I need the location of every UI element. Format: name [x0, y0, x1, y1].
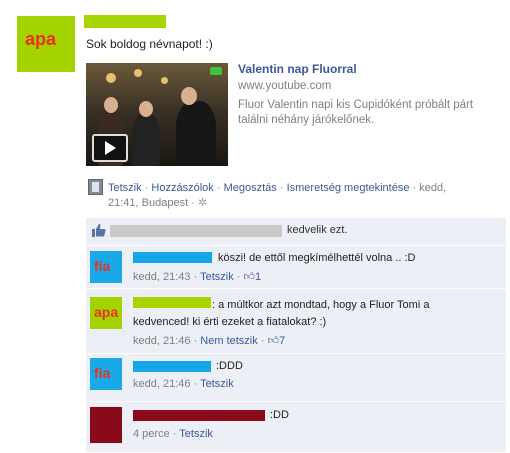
like-count: 7 — [279, 335, 286, 347]
separator: · — [193, 378, 198, 390]
attachment-title[interactable]: Valentin nap Fluorral — [238, 62, 357, 76]
thumbs-up-icon: 👍︎ — [267, 335, 280, 347]
comment-meta: kedd, 21:46 · Tetszik — [133, 378, 234, 390]
comment-like-link[interactable]: Tetszik — [200, 271, 234, 283]
comment-time: kedd, 21:43 — [133, 271, 191, 283]
thumbnail-light — [134, 69, 142, 77]
thumbnail-person — [176, 101, 216, 166]
thumbs-up-icon — [92, 224, 106, 237]
attachment-domain: www.youtube.com — [238, 80, 332, 92]
thumbnail-face — [139, 101, 153, 117]
separator: · — [193, 335, 198, 347]
comment-item: fia :DDD kedd, 21:46 · Tetszik — [86, 353, 506, 401]
comment-unlike-link[interactable]: Nem tetszik — [200, 335, 257, 347]
video-thumbnail[interactable] — [86, 63, 228, 166]
comment-text-line2: kedvenced! ki érti ezeket a fiatalokat? … — [133, 316, 327, 328]
comment-like-link[interactable]: Tetszik — [200, 378, 234, 390]
share-link[interactable]: Megosztás — [224, 182, 277, 194]
avatar-label: apa — [94, 304, 119, 320]
separator: · — [144, 182, 149, 194]
author-avatar[interactable]: apa — [17, 16, 75, 72]
comment-like-count[interactable]: 👍︎7 — [268, 335, 286, 347]
comment-text: :DDD — [216, 360, 243, 372]
avatar-label: fia — [94, 258, 111, 274]
comment-like-link[interactable]: Tetszik — [179, 428, 213, 440]
comment-time: kedd, 21:46 — [133, 378, 191, 390]
separator: · — [260, 335, 265, 347]
post-message: Sok boldog névnapot! :) — [86, 37, 213, 51]
likes-bar: kedvelik ezt. — [86, 218, 506, 244]
comments-panel: kedvelik ezt. fia köszi! de ettől megkím… — [86, 218, 506, 452]
comment-meta: kedd, 21:46 · Nem tetszik · 👍︎7 — [133, 334, 285, 347]
thumbnail-face — [104, 97, 118, 113]
comment-item: :DD 4 perce · Tetszik — [86, 401, 506, 452]
comment-text-line1: : a múltkor azt mondtad, hogy a Fluor To… — [212, 299, 430, 311]
post-time: kedd, — [419, 182, 447, 194]
likes-text: kedvelik ezt. — [287, 224, 348, 236]
thumbnail-person — [132, 113, 160, 166]
comment-meta: kedd, 21:43 · Tetszik · 👍︎1 — [133, 270, 261, 283]
comment-item: fia köszi! de ettől megkímélhettél volna… — [86, 245, 506, 288]
separator: · — [191, 197, 195, 209]
film-icon — [88, 179, 103, 195]
comment-text: :DD — [270, 409, 289, 421]
comment-link[interactable]: Hozzászólok — [151, 182, 213, 194]
play-icon[interactable] — [92, 134, 128, 162]
hd-badge — [210, 67, 222, 75]
gear-icon[interactable]: ✲ — [198, 197, 207, 209]
comment-item: apa : a múltkor azt mondtad, hogy a Fluo… — [86, 288, 506, 353]
commenter-name-redacted[interactable] — [133, 361, 211, 372]
thumbs-up-icon: 👍︎ — [243, 271, 256, 283]
thumbnail-face — [181, 87, 197, 105]
post-actions: Tetszik · Hozzászólok · Megosztás · Isme… — [108, 180, 508, 197]
friendship-link[interactable]: Ismeretség megtekintése — [287, 182, 410, 194]
commenter-name-redacted[interactable] — [133, 252, 212, 263]
separator: · — [412, 182, 417, 194]
separator: · — [279, 182, 284, 194]
separator: · — [216, 182, 221, 194]
comment-meta: 4 perce · Tetszik — [133, 428, 213, 440]
post-time-location: 21:41, Budapest · ✲ — [108, 196, 207, 209]
separator: · — [236, 271, 241, 283]
commenter-name-redacted[interactable] — [133, 410, 265, 421]
comment-time: kedd, 21:46 — [133, 335, 191, 347]
separator: · — [172, 428, 177, 440]
like-link[interactable]: Tetszik — [108, 182, 142, 194]
author-name-redacted[interactable] — [84, 15, 166, 28]
comment-time: 4 perce — [133, 428, 170, 440]
like-count: 1 — [255, 271, 262, 283]
commenter-name-redacted[interactable] — [133, 297, 211, 308]
commenter-avatar[interactable]: fia — [90, 251, 122, 283]
likers-redacted[interactable] — [110, 225, 282, 237]
post-time-line2: 21:41, Budapest — [108, 197, 189, 209]
thumbnail-light — [161, 77, 168, 84]
commenter-avatar[interactable]: fia — [90, 358, 122, 390]
thumbnail-light — [106, 73, 116, 83]
comment-like-count[interactable]: 👍︎1 — [244, 271, 262, 283]
commenter-avatar[interactable]: apa — [90, 297, 122, 329]
comment-text: köszi! de ettől megkímélhettél volna .. … — [218, 252, 416, 264]
attachment-description: Fluor Valentin napi kis Cupidóként próbá… — [238, 99, 474, 126]
separator: · — [193, 271, 198, 283]
avatar-label: apa — [25, 29, 57, 49]
commenter-avatar[interactable] — [90, 407, 122, 443]
avatar-label: fia — [94, 365, 111, 381]
